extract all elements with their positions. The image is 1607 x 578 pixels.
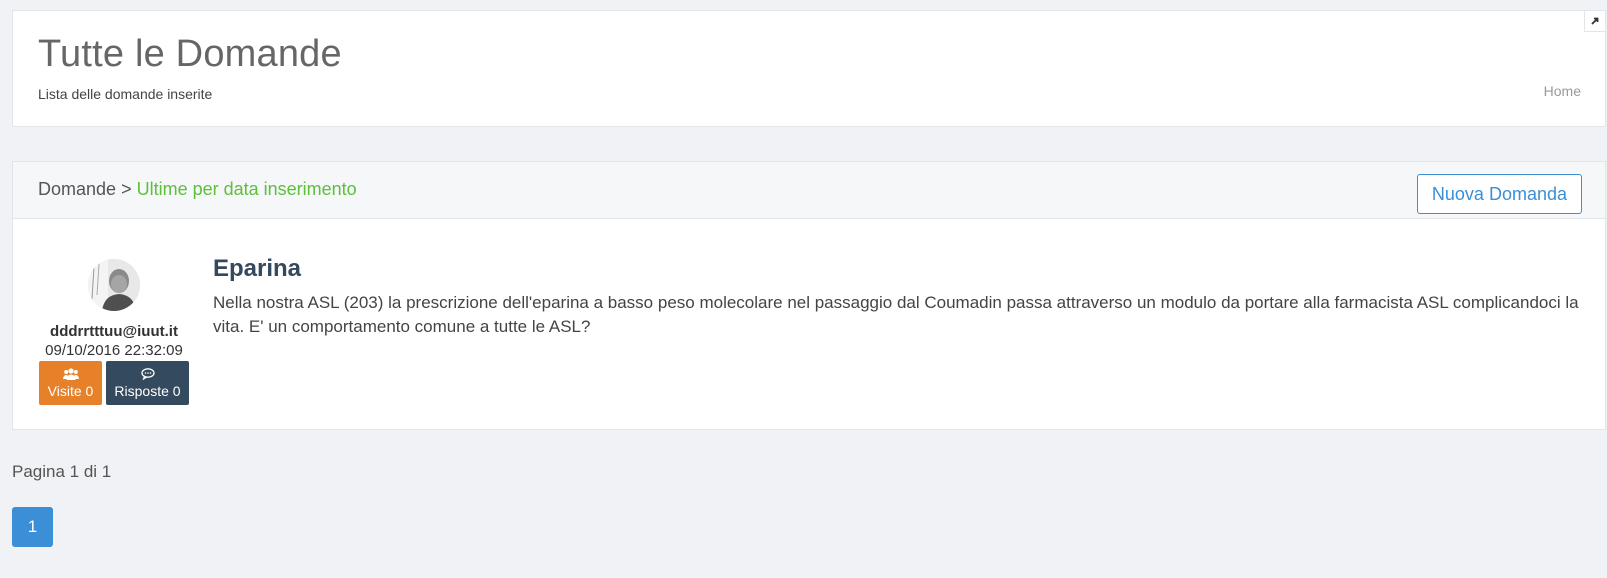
expand-button[interactable] — [1584, 10, 1606, 32]
question-item: dddrrtttuu@iuut.it 09/10/2016 22:32:09 V… — [13, 219, 1605, 431]
visits-badge[interactable]: Visite 0 — [39, 361, 102, 405]
answers-badge[interactable]: Risposte 0 — [106, 361, 189, 405]
expand-arrow-icon — [1591, 17, 1599, 25]
breadcrumb-separator: > — [121, 179, 132, 199]
answers-label: Risposte 0 — [114, 382, 181, 399]
author-email[interactable]: dddrrtttuu@iuut.it — [38, 323, 190, 340]
breadcrumb-current: Ultime per data inserimento — [136, 179, 357, 199]
question-author: dddrrtttuu@iuut.it 09/10/2016 22:32:09 V… — [38, 259, 190, 405]
visits-label: Visite 0 — [47, 382, 94, 399]
users-icon — [62, 367, 79, 380]
new-question-button[interactable]: Nuova Domanda — [1416, 174, 1582, 214]
question-title[interactable]: Eparina — [213, 255, 1583, 283]
pagination-info: Pagina 1 di 1 — [12, 462, 112, 481]
page-title: Tutte le Domande — [38, 33, 342, 75]
home-link[interactable]: Home — [1544, 83, 1581, 99]
question-date: 09/10/2016 22:32:09 — [45, 342, 183, 359]
page-header: Tutte le Domande Lista delle domande ins… — [12, 10, 1606, 127]
page-subtitle: Lista delle domande inserite — [38, 86, 213, 102]
page-button-1[interactable]: 1 — [12, 507, 53, 547]
comment-icon — [140, 367, 155, 380]
question-stats: Visite 0 Risposte 0 — [38, 361, 190, 405]
breadcrumb-root[interactable]: Domande — [38, 179, 116, 199]
question-body: Eparina Nella nostra ASL (203) la prescr… — [213, 255, 1583, 339]
question-text: Nella nostra ASL (203) la prescrizione d… — [213, 293, 1579, 336]
panel-header: Domande > Ultime per data inserimento Nu… — [13, 162, 1605, 219]
questions-panel: Domande > Ultime per data inserimento Nu… — [12, 161, 1606, 430]
breadcrumb: Domande > Ultime per data inserimento — [38, 179, 357, 200]
avatar[interactable] — [88, 259, 140, 311]
